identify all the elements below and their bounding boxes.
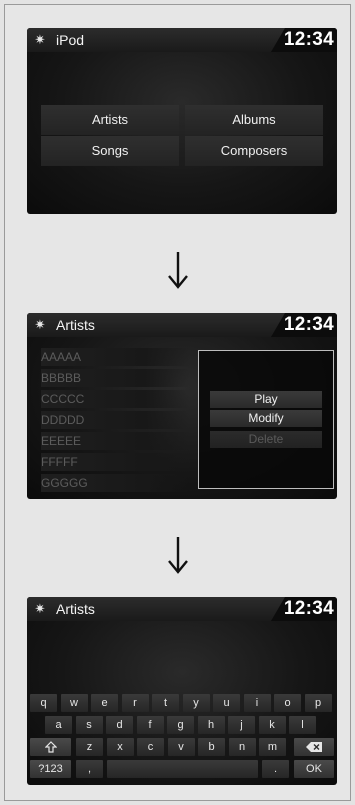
artists-keyboard-screen: ✷ Artists 12:34 qwertyuiop asdfghjkl zxcvb… bbox=[27, 597, 337, 785]
songs-button[interactable]: Songs bbox=[41, 136, 179, 166]
key-b[interactable]: b bbox=[198, 738, 225, 756]
delete-button: Delete bbox=[210, 431, 322, 448]
key-y[interactable]: y bbox=[182, 694, 210, 712]
list-item[interactable]: DDDDD bbox=[41, 411, 189, 429]
key-s[interactable]: s bbox=[75, 716, 103, 734]
ok-key[interactable]: OK bbox=[294, 760, 334, 778]
gear-icon[interactable]: ✷ bbox=[33, 602, 47, 616]
clock: 12:34 bbox=[283, 598, 334, 619]
key-k[interactable]: k bbox=[258, 716, 286, 734]
backspace-key[interactable] bbox=[294, 738, 334, 756]
screen-title: iPod bbox=[56, 32, 85, 48]
key-c[interactable]: c bbox=[137, 738, 164, 756]
backspace-icon bbox=[306, 742, 322, 753]
down-arrow-icon bbox=[168, 252, 188, 289]
key-j[interactable]: j bbox=[228, 716, 255, 734]
key-h[interactable]: h bbox=[197, 716, 225, 734]
key-g[interactable]: g bbox=[167, 716, 194, 734]
key-w[interactable]: w bbox=[60, 694, 88, 712]
options-popup: Play Modify Delete bbox=[198, 350, 334, 489]
gear-icon[interactable]: ✷ bbox=[33, 33, 47, 47]
list-item[interactable]: CCCCC bbox=[41, 390, 189, 408]
key-x[interactable]: x bbox=[106, 738, 134, 756]
shift-key[interactable] bbox=[30, 738, 71, 756]
key-n[interactable]: n bbox=[228, 738, 256, 756]
artists-list-screen: ✷ Artists 12:34 AAAAA BBBBB CCCCC DDDDD … bbox=[27, 313, 337, 499]
modify-button[interactable]: Modify bbox=[210, 410, 322, 427]
key-d[interactable]: d bbox=[106, 716, 133, 734]
key-p[interactable]: p bbox=[304, 694, 332, 712]
key-o[interactable]: o bbox=[274, 694, 301, 712]
screen-title: Artists bbox=[56, 317, 95, 333]
key-r[interactable]: r bbox=[121, 694, 149, 712]
key-i[interactable]: i bbox=[243, 694, 271, 712]
key-l[interactable]: l bbox=[289, 716, 316, 734]
list-item[interactable]: BBBBB bbox=[41, 369, 189, 387]
list-item[interactable]: GGGGG bbox=[41, 474, 189, 492]
shift-icon bbox=[44, 741, 57, 753]
key-comma[interactable]: , bbox=[76, 760, 103, 778]
status-bar: ✷ Artists 12:34 bbox=[27, 313, 337, 337]
key-e[interactable]: e bbox=[91, 694, 118, 712]
screen-title: Artists bbox=[56, 601, 95, 617]
composers-button[interactable]: Composers bbox=[185, 136, 323, 166]
albums-button[interactable]: Albums bbox=[185, 105, 323, 135]
gear-icon[interactable]: ✷ bbox=[33, 318, 47, 332]
key-period[interactable]: . bbox=[262, 760, 289, 778]
key-t[interactable]: t bbox=[152, 694, 179, 712]
status-bar: ✷ Artists 12:34 bbox=[27, 597, 337, 621]
clock: 12:34 bbox=[283, 314, 334, 335]
clock: 12:34 bbox=[283, 29, 334, 50]
list-item[interactable]: FFFFF bbox=[41, 453, 189, 471]
list-item[interactable]: AAAAA bbox=[41, 348, 189, 366]
space-key[interactable] bbox=[107, 760, 258, 778]
numbers-mode-key[interactable]: ?123 bbox=[30, 760, 71, 778]
status-bar: ✷ iPod 12:34 bbox=[27, 28, 337, 52]
list-item[interactable]: EEEEE bbox=[41, 432, 189, 450]
key-a[interactable]: a bbox=[45, 716, 72, 734]
ipod-menu-screen: ✷ iPod 12:34 Artists Albums Songs Compos… bbox=[27, 28, 337, 214]
key-q[interactable]: q bbox=[30, 694, 57, 712]
down-arrow-icon bbox=[168, 537, 188, 574]
key-f[interactable]: f bbox=[136, 716, 164, 734]
key-v[interactable]: v bbox=[167, 738, 195, 756]
key-z[interactable]: z bbox=[76, 738, 103, 756]
key-u[interactable]: u bbox=[213, 694, 240, 712]
artists-button[interactable]: Artists bbox=[41, 105, 179, 135]
play-button[interactable]: Play bbox=[210, 391, 322, 408]
key-m[interactable]: m bbox=[259, 738, 286, 756]
